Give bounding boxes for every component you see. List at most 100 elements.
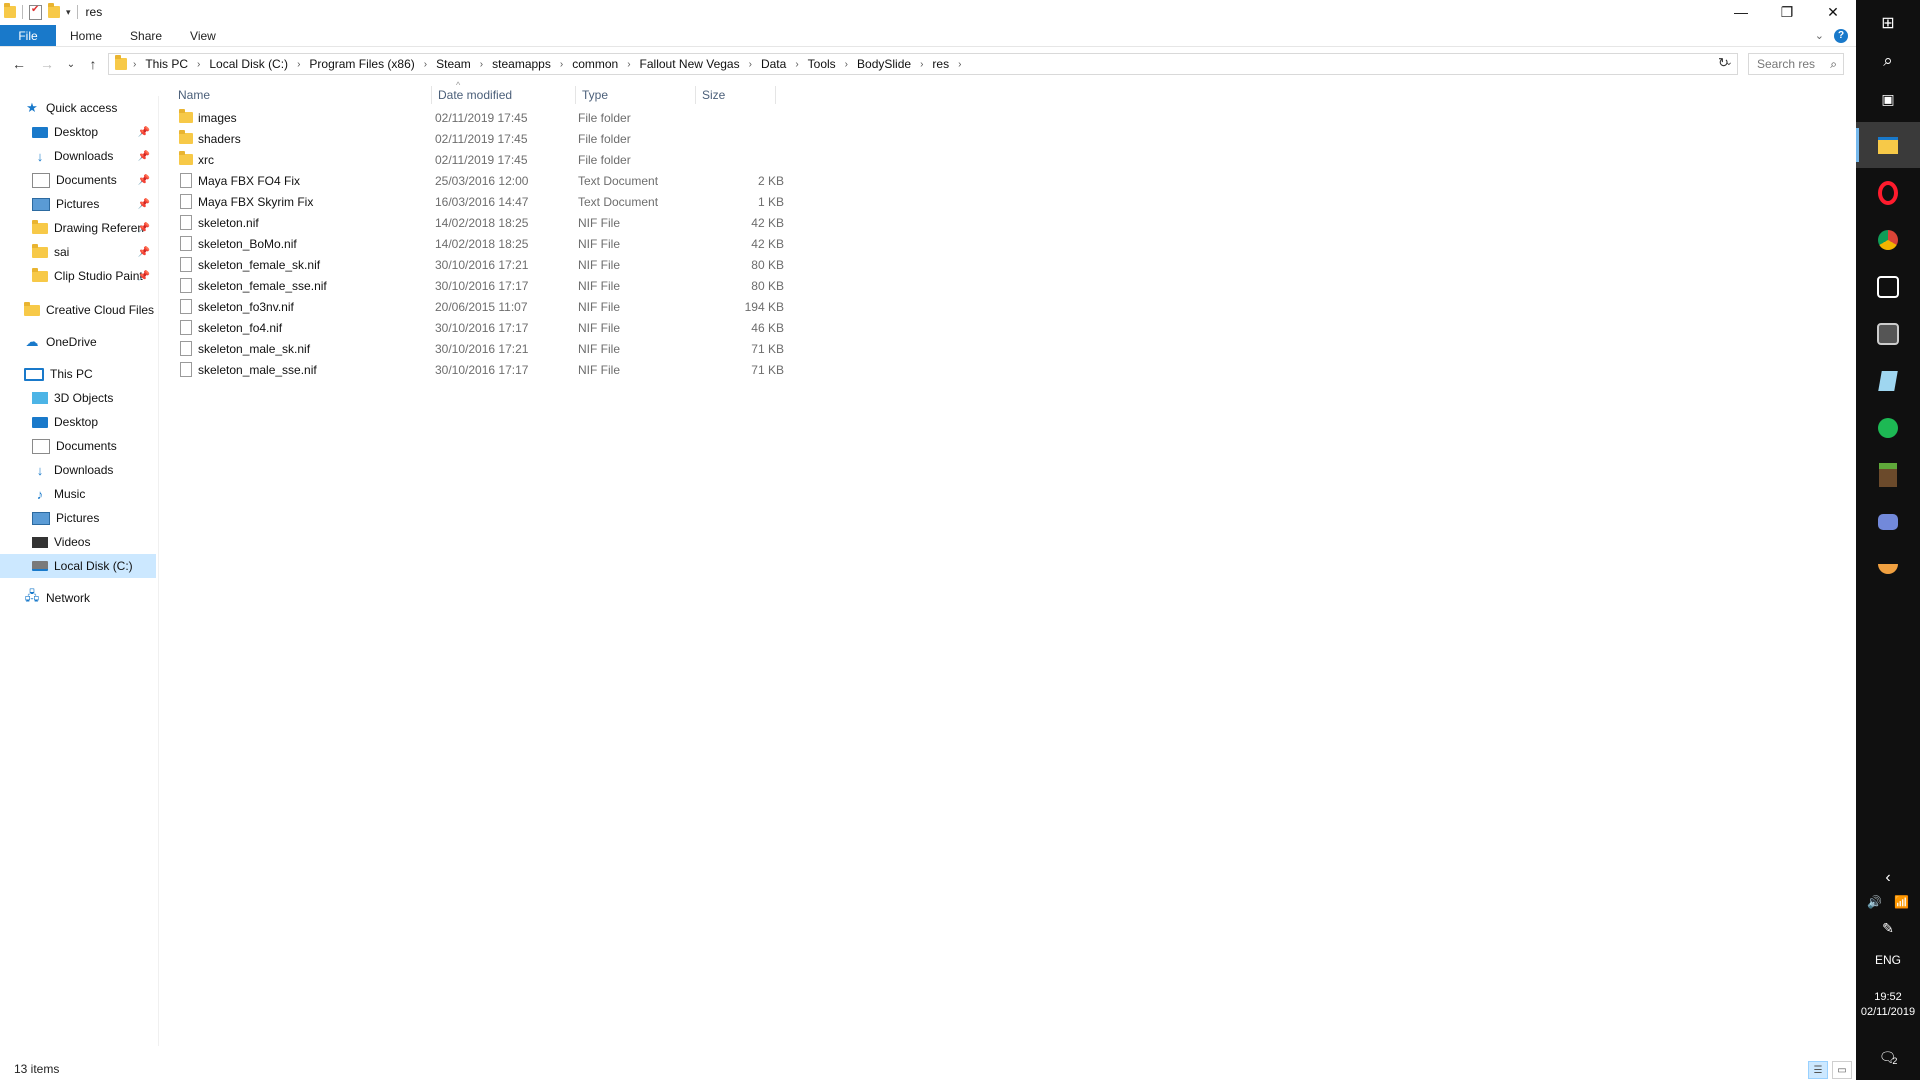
taskbar-app-discord[interactable]: [1856, 499, 1920, 545]
address-bar[interactable]: › This PC › Local Disk (C:) › Program Files (…: [108, 53, 1738, 75]
breadcrumb-item[interactable]: This PC: [145, 57, 188, 71]
taskbar-app-2[interactable]: [1856, 311, 1920, 357]
language-indicator[interactable]: ENG: [1856, 950, 1920, 970]
breadcrumb-item[interactable]: Local Disk (C:): [209, 57, 288, 71]
chevron-right-icon[interactable]: ›: [297, 59, 300, 70]
tab-view[interactable]: View: [176, 25, 230, 46]
taskbar-app-1[interactable]: [1856, 264, 1920, 310]
column-header-size[interactable]: Size: [696, 86, 776, 104]
close-button[interactable]: ✕: [1810, 0, 1856, 24]
volume-icon[interactable]: 🔊: [1867, 895, 1882, 909]
file-row[interactable]: Maya FBX FO4 Fix 25/03/2016 12:00 Text Doc…: [178, 170, 938, 191]
sidebar-item-network[interactable]: 🖧 Network: [0, 586, 156, 610]
chevron-right-icon[interactable]: ›: [958, 59, 961, 70]
chevron-right-icon[interactable]: ›: [197, 59, 200, 70]
sidebar-item-documents[interactable]: Documents 📌: [0, 168, 156, 192]
breadcrumb-item[interactable]: common: [572, 57, 618, 71]
search-input[interactable]: Search res ⌕: [1748, 53, 1844, 75]
file-row[interactable]: shaders 02/11/2019 17:45 File folder: [178, 128, 938, 149]
taskbar-app-4[interactable]: [1856, 546, 1920, 592]
new-folder-icon[interactable]: [48, 3, 60, 18]
breadcrumb-item[interactable]: Fallout New Vegas: [640, 57, 740, 71]
sidebar-item-pictures[interactable]: Pictures 📌: [0, 192, 156, 216]
tab-share[interactable]: Share: [116, 25, 176, 46]
sidebar-item-downloads[interactable]: ↓ Downloads: [0, 458, 156, 482]
breadcrumb-item[interactable]: res: [932, 57, 949, 71]
sidebar-item-local-disk-c[interactable]: Local Disk (C:): [0, 554, 156, 578]
sidebar-item-this-pc[interactable]: This PC: [0, 362, 156, 386]
file-row[interactable]: skeleton.nif 14/02/2018 18:25 NIF File 42 K…: [178, 212, 938, 233]
action-center-button[interactable]: 🗨 2: [1856, 1046, 1920, 1068]
chevron-right-icon[interactable]: ›: [133, 59, 136, 70]
breadcrumb-item[interactable]: Data: [761, 57, 786, 71]
large-icons-view-button[interactable]: ▭: [1832, 1061, 1852, 1079]
taskbar-app-minecraft[interactable]: [1856, 452, 1920, 498]
sidebar-item-music[interactable]: ♪ Music: [0, 482, 156, 506]
up-button[interactable]: ↑: [82, 53, 104, 75]
refresh-icon[interactable]: ↻: [1718, 55, 1729, 71]
file-row[interactable]: skeleton_female_sk.nif 30/10/2016 17:21 NI…: [178, 254, 938, 275]
chevron-right-icon[interactable]: ›: [749, 59, 752, 70]
chevron-right-icon[interactable]: ›: [424, 59, 427, 70]
details-view-button[interactable]: ☰: [1808, 1061, 1828, 1079]
chevron-right-icon[interactable]: ›: [845, 59, 848, 70]
breadcrumb-item[interactable]: Program Files (x86): [309, 57, 414, 71]
sidebar-item-clip-studio-paint[interactable]: Clip Studio Paint 📌: [0, 264, 156, 288]
restore-button[interactable]: ❐: [1764, 0, 1810, 24]
sidebar-item-videos[interactable]: Videos: [0, 530, 156, 554]
chevron-right-icon[interactable]: ›: [627, 59, 630, 70]
chevron-right-icon[interactable]: ›: [920, 59, 923, 70]
sidebar-item-sai[interactable]: sai 📌: [0, 240, 156, 264]
file-row[interactable]: skeleton_fo3nv.nif 20/06/2015 11:07 NIF Fi…: [178, 296, 938, 317]
breadcrumb-item[interactable]: steamapps: [492, 57, 551, 71]
sidebar-item-documents[interactable]: Documents: [0, 434, 156, 458]
tab-home[interactable]: Home: [56, 25, 116, 46]
file-row[interactable]: skeleton_male_sse.nif 30/10/2016 17:17 NIF…: [178, 359, 938, 380]
taskbar-app-file-explorer[interactable]: [1856, 122, 1920, 168]
sidebar-item-quick-access[interactable]: ★ Quick access: [0, 96, 156, 120]
file-row[interactable]: images 02/11/2019 17:45 File folder: [178, 107, 938, 128]
sidebar-item-onedrive[interactable]: ☁ OneDrive: [0, 330, 156, 354]
breadcrumb-item[interactable]: Steam: [436, 57, 471, 71]
pen-icon[interactable]: ✎: [1856, 918, 1920, 938]
sidebar-item-downloads[interactable]: ↓ Downloads 📌: [0, 144, 156, 168]
sidebar-item-desktop[interactable]: Desktop: [0, 410, 156, 434]
taskbar-app-spotify[interactable]: [1856, 405, 1920, 451]
properties-icon[interactable]: [29, 4, 42, 20]
breadcrumb-item[interactable]: BodySlide: [857, 57, 911, 71]
file-row[interactable]: Maya FBX Skyrim Fix 16/03/2016 14:47 Text …: [178, 191, 938, 212]
minimize-button[interactable]: —: [1718, 0, 1764, 24]
column-header-date[interactable]: Date modified: [432, 86, 576, 104]
folder-icon: [32, 267, 48, 282]
chevron-right-icon[interactable]: ›: [795, 59, 798, 70]
recent-locations-button[interactable]: ⌄: [60, 53, 82, 75]
sidebar-item-desktop[interactable]: Desktop 📌: [0, 120, 156, 144]
column-header-type[interactable]: Type: [576, 86, 696, 104]
taskbar-app-opera[interactable]: [1856, 170, 1920, 216]
clock[interactable]: 19:52 02/11/2019: [1856, 990, 1920, 1020]
file-row[interactable]: skeleton_fo4.nif 30/10/2016 17:17 NIF File…: [178, 317, 938, 338]
back-button[interactable]: ←: [8, 53, 30, 75]
task-view-button[interactable]: ▣: [1856, 76, 1920, 122]
file-row[interactable]: xrc 02/11/2019 17:45 File folder: [178, 149, 938, 170]
help-icon[interactable]: ?: [1834, 28, 1848, 43]
customize-toolbar-icon[interactable]: ▾: [66, 7, 71, 18]
show-hidden-icons[interactable]: ‹: [1856, 868, 1920, 888]
forward-button[interactable]: →: [36, 53, 58, 75]
sidebar-item-creative-cloud[interactable]: Creative Cloud Files: [0, 298, 156, 322]
expand-ribbon-icon[interactable]: ⌄: [1815, 29, 1824, 42]
sidebar-item-pictures[interactable]: Pictures: [0, 506, 156, 530]
breadcrumb-item[interactable]: Tools: [808, 57, 836, 71]
chevron-right-icon[interactable]: ›: [560, 59, 563, 70]
file-row[interactable]: skeleton_female_sse.nif 30/10/2016 17:17 N…: [178, 275, 938, 296]
wifi-icon[interactable]: 📶: [1894, 895, 1909, 909]
column-header-name[interactable]: Name: [160, 86, 432, 104]
file-row[interactable]: skeleton_BoMo.nif 14/02/2018 18:25 NIF Fil…: [178, 233, 938, 254]
taskbar-app-chrome[interactable]: [1856, 217, 1920, 263]
chevron-right-icon[interactable]: ›: [480, 59, 483, 70]
taskbar-app-3[interactable]: [1856, 358, 1920, 404]
file-row[interactable]: skeleton_male_sk.nif 30/10/2016 17:21 NIF …: [178, 338, 938, 359]
tab-file[interactable]: File: [0, 25, 56, 46]
sidebar-item-drawing-referen[interactable]: Drawing Referen 📌: [0, 216, 156, 240]
sidebar-item-3d-objects[interactable]: 3D Objects: [0, 386, 156, 410]
